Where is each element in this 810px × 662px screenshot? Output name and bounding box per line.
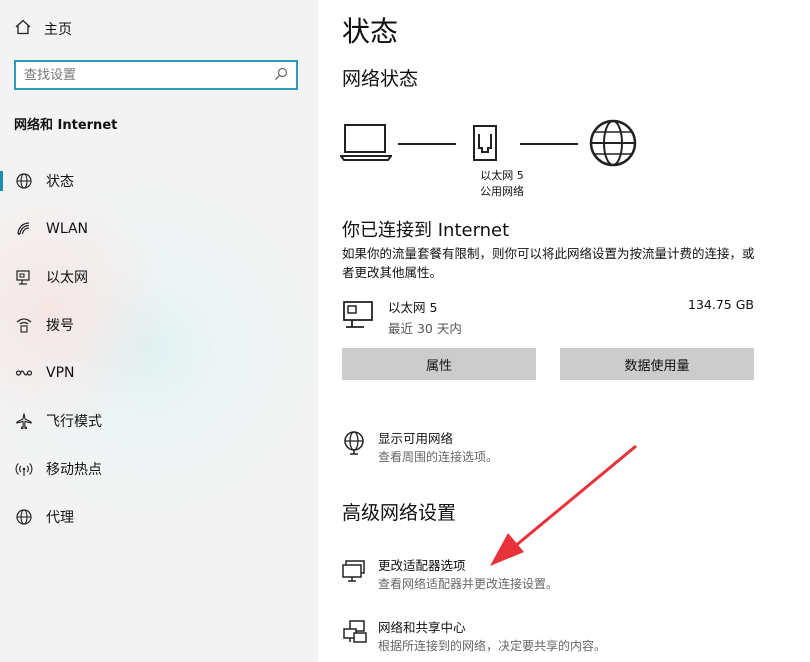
search-icon[interactable]: [274, 66, 288, 85]
sidebar-item-airplane[interactable]: 飞行模式: [0, 401, 318, 441]
globe-status-icon: [14, 172, 34, 190]
airplane-icon: [14, 412, 34, 430]
dialup-icon: [14, 316, 34, 334]
active-indicator: [0, 171, 3, 191]
sidebar-item-vpn[interactable]: VPN: [0, 353, 318, 393]
ethernet-icon: [14, 268, 34, 286]
search-box[interactable]: [14, 60, 298, 90]
sidebar-item-label: 状态: [46, 174, 74, 190]
home-label: 主页: [44, 22, 72, 38]
sidebar-item-label: 代理: [46, 510, 74, 526]
home-link[interactable]: 主页: [14, 18, 72, 40]
home-icon: [14, 18, 32, 40]
main-content: 状态 网络状态 以太网 5 公用网络 你已连接到 Internet 如果你的流量…: [318, 0, 810, 662]
vpn-icon: [14, 364, 34, 382]
search-input[interactable]: [24, 67, 274, 83]
sidebar: 主页 网络和 Internet 状态 WLAN 以太网 拨号: [0, 0, 318, 662]
sidebar-item-hotspot[interactable]: 移动热点: [0, 449, 318, 489]
globe-icon: [14, 508, 34, 526]
sidebar-item-wlan[interactable]: WLAN: [0, 209, 318, 249]
wifi-icon: [14, 220, 34, 238]
sidebar-item-proxy[interactable]: 代理: [0, 497, 318, 537]
sidebar-item-label: VPN: [46, 365, 75, 381]
sidebar-item-status[interactable]: 状态: [0, 161, 318, 201]
annotation-arrow: [490, 444, 637, 566]
sidebar-item-dialup[interactable]: 拨号: [0, 305, 318, 345]
sidebar-item-label: 拨号: [46, 318, 74, 334]
hotspot-icon: [14, 460, 34, 478]
sidebar-item-ethernet[interactable]: 以太网: [0, 257, 318, 297]
sidebar-item-label: 移动热点: [46, 462, 102, 478]
sidebar-item-label: WLAN: [46, 221, 89, 237]
sidebar-item-label: 飞行模式: [46, 414, 102, 430]
sidebar-item-label: 以太网: [46, 270, 88, 286]
section-title: 网络和 Internet: [14, 118, 118, 133]
